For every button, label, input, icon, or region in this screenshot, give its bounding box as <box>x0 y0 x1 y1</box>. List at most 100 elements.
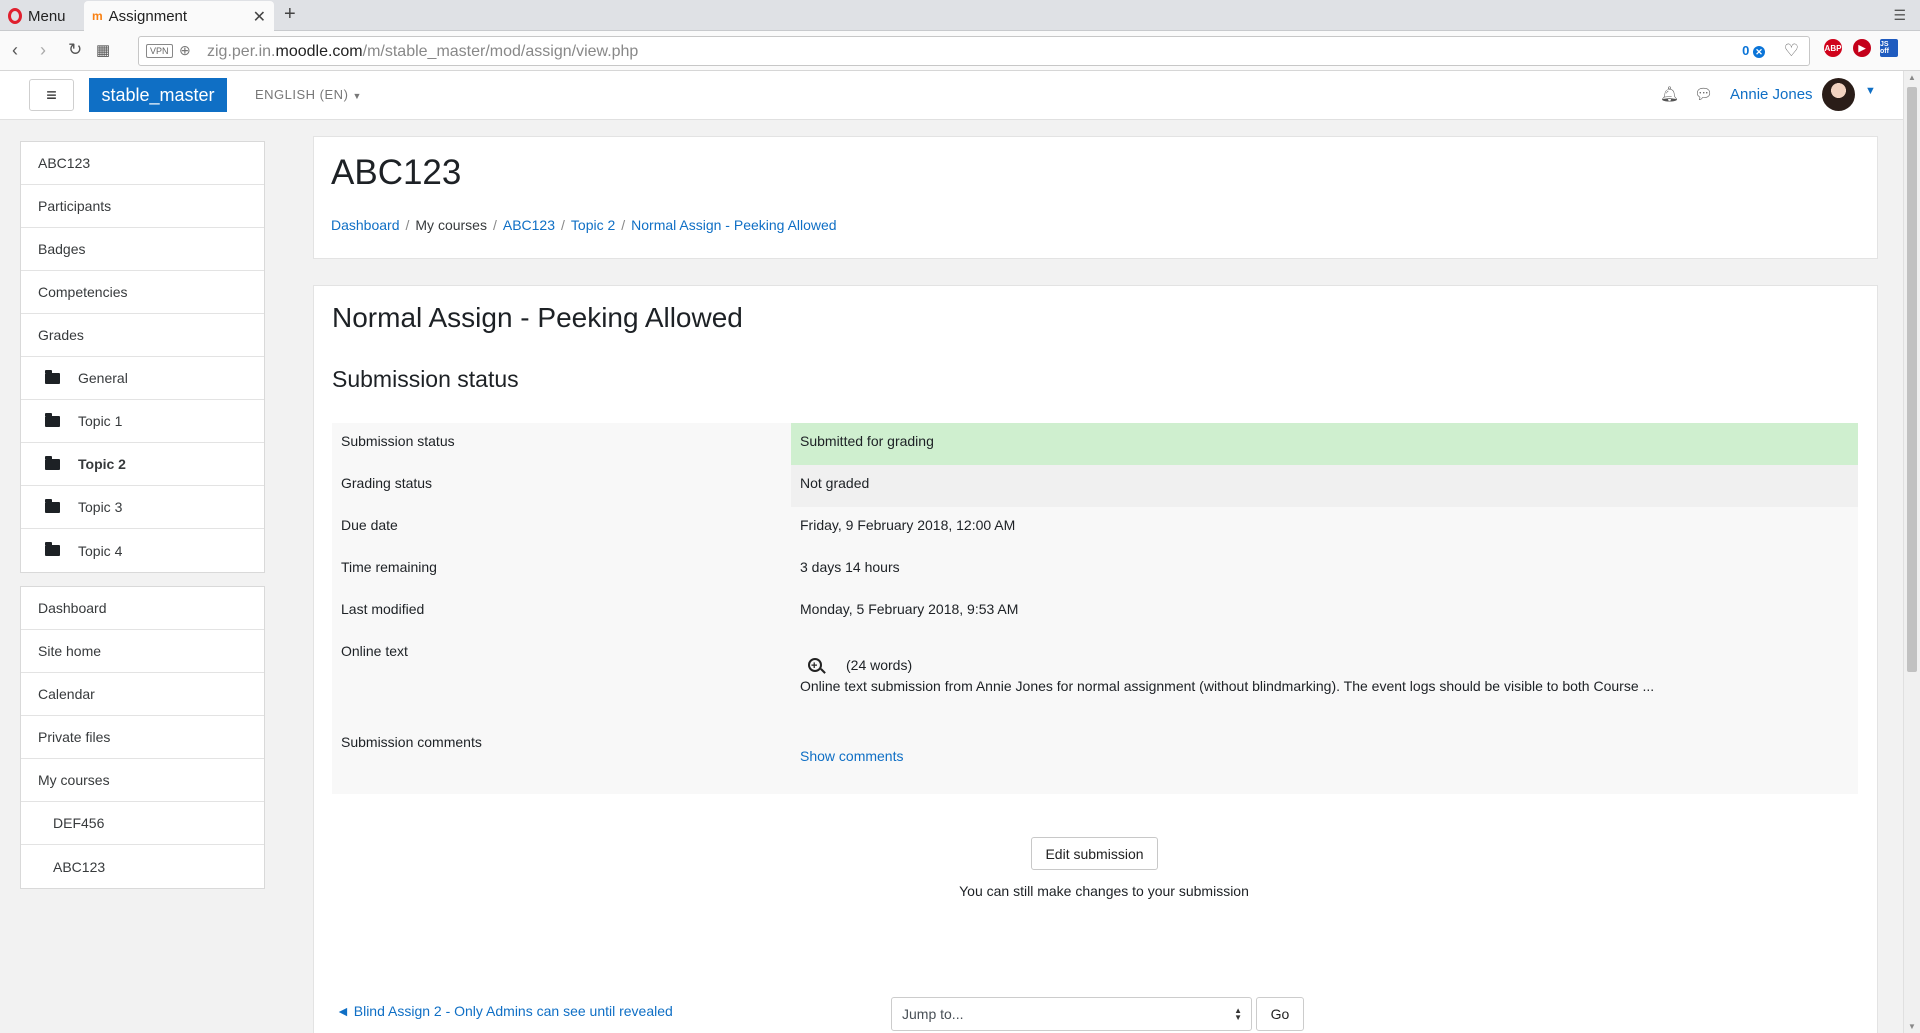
table-row: Time remaining 3 days 14 hours <box>332 549 1858 591</box>
language-menu[interactable]: ENGLISH (EN) ▼ <box>255 87 362 102</box>
back-icon[interactable]: ‹ <box>12 40 18 61</box>
table-row: Grading status Not graded <box>332 465 1858 507</box>
user-menu-chevron-icon[interactable]: ▼ <box>1865 85 1876 97</box>
browser-tab-assignment[interactable]: m Assignment ✕ <box>84 1 274 31</box>
url-text[interactable]: zig.per.in.moodle.com/m/stable_master/mo… <box>207 43 638 61</box>
url-path: /m/stable_master/mod/assign/view.php <box>362 43 639 60</box>
chevron-down-icon: ▼ <box>352 91 362 101</box>
nav-item-label: ABC123 <box>53 858 106 875</box>
nav-item-grades[interactable]: Grades <box>21 314 264 357</box>
tab-title: Assignment <box>108 7 188 25</box>
table-row: Last modified Monday, 5 February 2018, 9… <box>332 591 1858 633</box>
nav-item-general[interactable]: General <box>21 357 264 400</box>
site-name-link[interactable]: stable_master <box>89 78 227 112</box>
nav-item-dashboard[interactable]: Dashboard <box>21 587 264 630</box>
opera-logo-icon <box>8 8 22 24</box>
drawer-toggle-button[interactable]: ≡ <box>29 79 74 111</box>
browser-tab-bar: Menu m Assignment ✕ + ☰ <box>0 0 1920 31</box>
edit-submission-button[interactable]: Edit submission <box>1031 837 1158 870</box>
grading-status-value: Not graded <box>791 465 1858 507</box>
opera-menu-button[interactable]: Menu <box>8 6 66 26</box>
nav-item-site-home[interactable]: Site home <box>21 630 264 673</box>
comments-cell: Show comments <box>791 724 1858 794</box>
nav-item-my-courses[interactable]: My courses <box>21 759 264 802</box>
nav-item-badges[interactable]: Badges <box>21 228 264 271</box>
bookmark-heart-icon[interactable]: ♡ <box>1784 41 1799 61</box>
bell-icon[interactable]: 🔔︎ <box>1660 85 1679 103</box>
table-row: Due date Friday, 9 February 2018, 12:00 … <box>332 507 1858 549</box>
avatar[interactable] <box>1822 78 1855 111</box>
language-label: ENGLISH (EN) <box>255 87 349 102</box>
globe-icon: ⊕ <box>179 42 191 58</box>
previous-activity-link[interactable]: ◄ Blind Assign 2 - Only Admins can see u… <box>336 1003 673 1019</box>
ad-block-count[interactable]: 0 ✕ <box>1742 43 1765 58</box>
nav-item-label: Topic 4 <box>78 542 123 559</box>
page-header: ABC123 Dashboard / My courses / ABC123 / Topic… <box>313 136 1878 259</box>
scrollbar-thumb[interactable] <box>1907 87 1917 672</box>
breadcrumb-separator: / <box>561 217 565 233</box>
javascript-toggle-icon[interactable]: JS off <box>1880 39 1898 57</box>
nav-item-participants[interactable]: Participants <box>21 185 264 228</box>
nav-item-label: Private files <box>38 729 111 745</box>
nav-item-label: Topic 1 <box>78 413 123 429</box>
nav-item-topic-3[interactable]: Topic 3 <box>21 486 264 529</box>
folder-icon <box>45 498 60 513</box>
activity-title: Normal Assign - Peeking Allowed <box>332 302 743 333</box>
user-menu-name[interactable]: Annie Jones <box>1730 86 1813 103</box>
page-scrollbar[interactable]: ▲ ▼ <box>1903 71 1920 1033</box>
page-title: ABC123 <box>331 153 462 192</box>
nav-item-topic-2[interactable]: Topic 2 <box>21 443 264 486</box>
nav-item-private-files[interactable]: Private files <box>21 716 264 759</box>
moodle-favicon-icon: m <box>92 9 103 23</box>
messages-icon[interactable]: 💬︎ <box>1694 85 1713 103</box>
show-comments-link[interactable]: Show comments <box>800 748 903 764</box>
url-field[interactable]: VPN ⊕ zig.per.in.moodle.com/m/stable_mas… <box>138 36 1810 66</box>
close-tab-icon[interactable]: ✕ <box>253 7 266 27</box>
submission-status-table: Submission status Submitted for grading … <box>332 423 1858 794</box>
course-navigation-block: ABC123 Participants Badges Competencies … <box>20 141 265 573</box>
breadcrumb-activity[interactable]: Normal Assign - Peeking Allowed <box>631 217 836 233</box>
url-prefix: zig.per.in. <box>207 43 276 60</box>
row-label: Time remaining <box>332 549 791 591</box>
nav-item-label: Topic 2 <box>78 456 126 472</box>
forward-icon[interactable]: › <box>40 40 46 61</box>
row-label: Online text <box>332 633 791 724</box>
speed-dial-icon[interactable]: ▦ <box>96 41 110 59</box>
breadcrumb-separator: / <box>405 217 410 233</box>
vpn-badge[interactable]: VPN <box>146 44 173 58</box>
breadcrumb-dashboard[interactable]: Dashboard <box>331 217 400 233</box>
nav-item-calendar[interactable]: Calendar <box>21 673 264 716</box>
media-extension-icon[interactable]: ▶ <box>1853 39 1871 57</box>
table-row: Online text (24 words) Online text submi… <box>332 633 1858 724</box>
url-host: moodle.com <box>275 43 363 60</box>
jump-to-select[interactable]: Jump to... ▲ ▼ <box>891 997 1252 1031</box>
adblock-plus-icon[interactable]: ABP <box>1824 39 1842 57</box>
nav-item-course[interactable]: ABC123 <box>21 142 264 185</box>
ad-block-count-value: 0 <box>1742 43 1750 58</box>
breadcrumb-course[interactable]: ABC123 <box>503 217 555 233</box>
scroll-down-icon[interactable]: ▼ <box>1908 1022 1916 1031</box>
nav-item-topic-1[interactable]: Topic 1 <box>21 400 264 443</box>
ad-block-icon: ✕ <box>1753 46 1765 58</box>
nav-item-competencies[interactable]: Competencies <box>21 271 264 314</box>
hamburger-icon: ≡ <box>46 84 57 105</box>
zoom-in-icon[interactable] <box>808 656 822 677</box>
breadcrumb-separator: / <box>492 217 497 233</box>
row-label: Grading status <box>332 465 791 507</box>
row-label: Due date <box>332 507 791 549</box>
tab-menu-icon[interactable]: ☰ <box>1893 7 1906 24</box>
nav-item-def456[interactable]: DEF456 <box>21 802 264 845</box>
opera-menu-label: Menu <box>28 7 66 25</box>
nav-item-topic-4[interactable]: Topic 4 <box>21 529 264 572</box>
select-arrows-icon: ▲ ▼ <box>1234 1006 1242 1022</box>
scroll-up-icon[interactable]: ▲ <box>1908 73 1916 82</box>
last-modified-value: Monday, 5 February 2018, 9:53 AM <box>791 591 1858 633</box>
folder-icon <box>45 455 60 470</box>
online-text-excerpt: Online text submission from Annie Jones … <box>800 678 1655 694</box>
go-button[interactable]: Go <box>1256 997 1304 1031</box>
reload-icon[interactable]: ↻ <box>68 40 82 60</box>
time-remaining-value: 3 days 14 hours <box>791 549 1858 591</box>
nav-item-abc123[interactable]: ABC123 <box>21 845 264 888</box>
new-tab-icon[interactable]: + <box>284 3 296 26</box>
breadcrumb-topic[interactable]: Topic 2 <box>571 217 615 233</box>
